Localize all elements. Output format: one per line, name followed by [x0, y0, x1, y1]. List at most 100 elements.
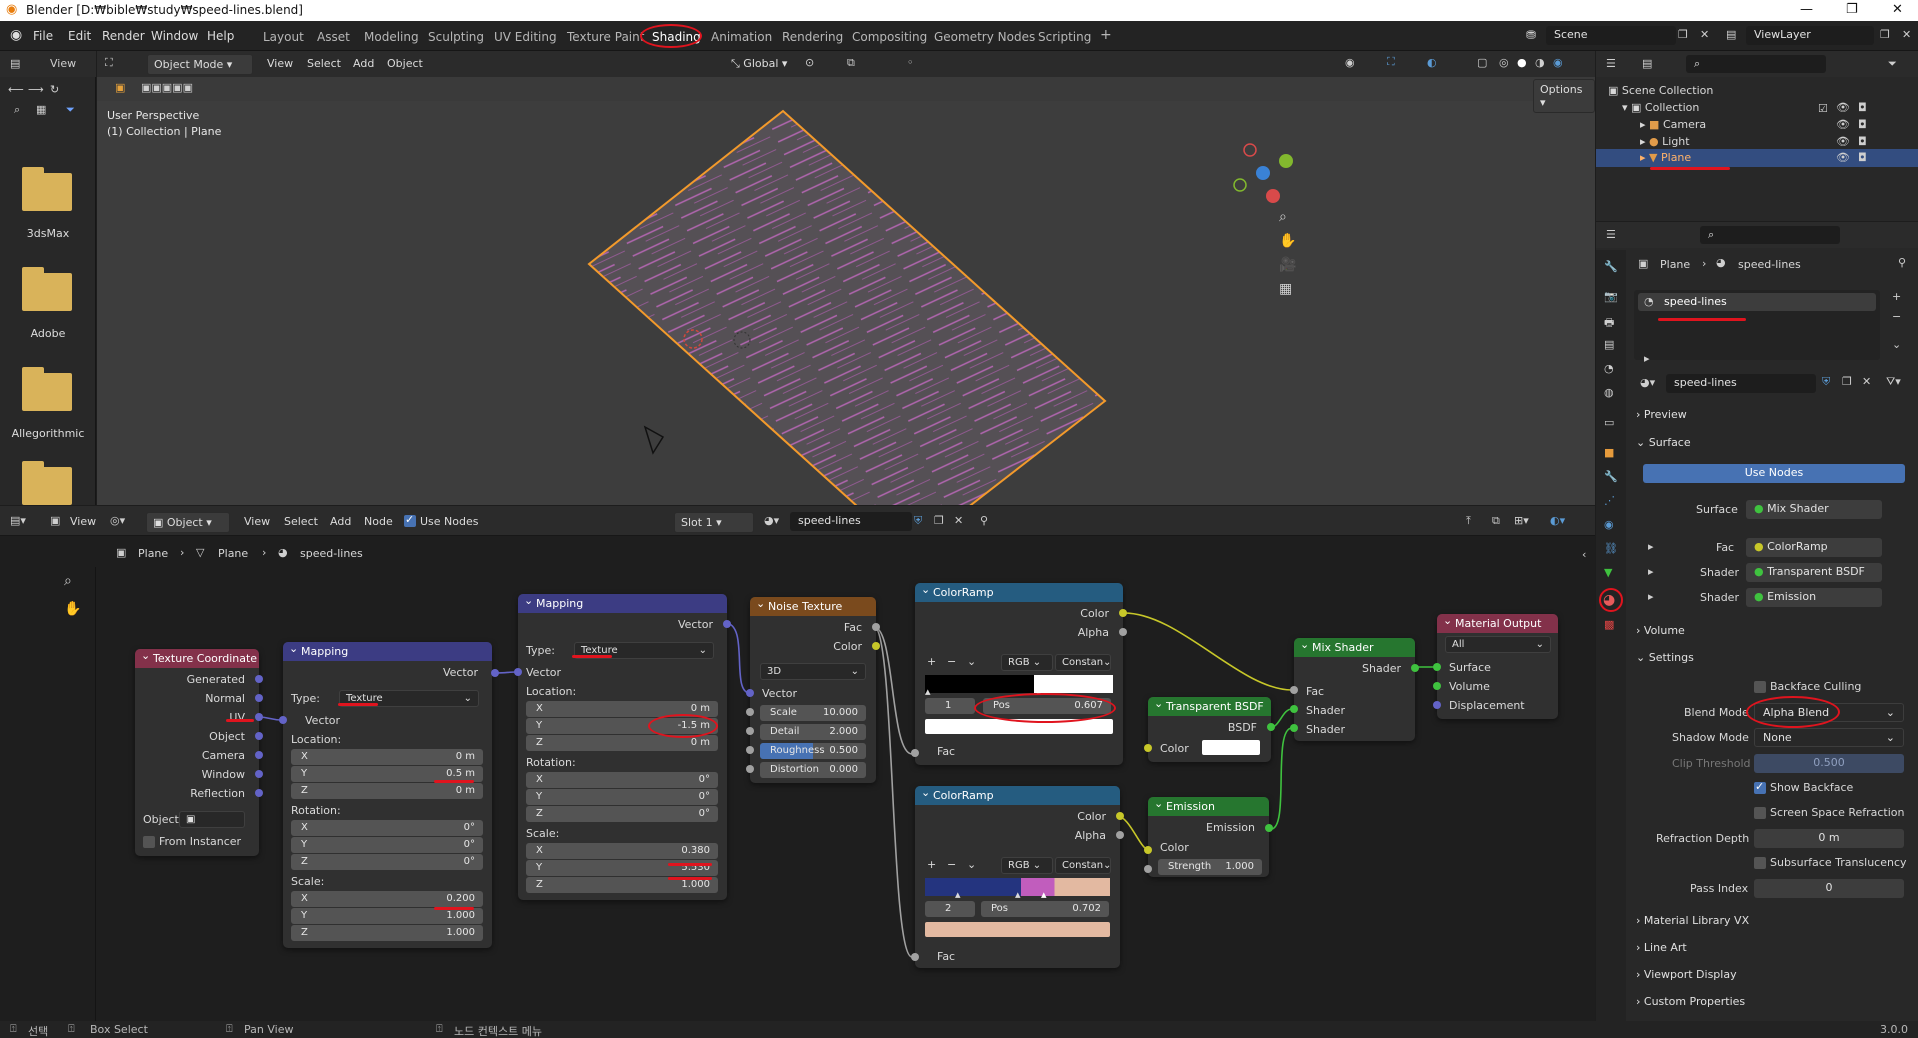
ramp-remove-stop-button[interactable]: − — [947, 655, 956, 668]
socket[interactable] — [1290, 724, 1298, 732]
tab-animation[interactable]: Animation — [711, 30, 772, 44]
plane-object[interactable] — [587, 109, 1107, 505]
tab-compositing[interactable]: Compositing — [852, 30, 927, 44]
node-menu-add[interactable]: Add — [330, 515, 351, 528]
close-icon[interactable]: ✕ — [1892, 2, 1903, 17]
gizmo-x-axis[interactable] — [1266, 189, 1280, 203]
show-backface-checkbox[interactable] — [1754, 780, 1766, 794]
viewport-menu-view[interactable]: View — [267, 57, 293, 70]
clip-threshold-field[interactable]: 0.500 — [1754, 754, 1904, 773]
modifier-tab-icon[interactable]: 🔧 — [1604, 470, 1618, 483]
socket[interactable] — [1116, 812, 1124, 820]
location-z[interactable]: Z0 m — [291, 783, 483, 799]
editor-type-icon[interactable]: ▤ — [10, 57, 20, 70]
duplicate-material-icon[interactable]: ❐ — [1842, 375, 1852, 388]
socket[interactable] — [1144, 865, 1152, 873]
section-material-library[interactable]: › Material Library VX — [1636, 914, 1912, 936]
node-mapping-1[interactable]: Mapping Vector Type: Texture⌄ Vector Loc… — [283, 642, 492, 948]
constraints-tab-icon[interactable]: ⛓ — [1604, 542, 1618, 555]
collection-tab-icon[interactable]: ▭ — [1604, 416, 1614, 429]
fake-user-icon[interactable]: ⛨ — [1822, 375, 1830, 389]
node-title[interactable]: Texture Coordinate — [135, 649, 259, 668]
menu-window[interactable]: Window — [151, 29, 198, 43]
data-tab-icon[interactable]: ▼ — [1604, 566, 1612, 579]
sidebar-view-menu[interactable]: View — [70, 515, 96, 528]
section-surface[interactable]: ⌄ Surface — [1636, 436, 1912, 458]
ramp-stop-icon[interactable]: ▴ — [1041, 888, 1047, 901]
ramp-remove-stop-button[interactable]: − — [947, 858, 956, 871]
unlink-material-icon[interactable]: ✕ — [954, 514, 963, 527]
file-browser-view-menu[interactable]: View — [50, 57, 76, 70]
node-object-selector[interactable]: ▣ Object ▾ — [146, 512, 230, 533]
gizmo-y-neg[interactable] — [1233, 178, 1247, 192]
node-title[interactable]: Transparent BSDF — [1148, 697, 1271, 716]
material-browse-icon[interactable]: ◕▾ — [764, 514, 779, 527]
expand-icon[interactable]: ▸ — [1648, 590, 1654, 603]
ramp-stop-icon[interactable]: ▴ — [955, 888, 961, 901]
delete-view-layer-icon[interactable]: ✕ — [1902, 28, 1911, 41]
rotation-z[interactable]: Z 0° — [526, 806, 718, 822]
tab-modeling[interactable]: Modeling — [364, 30, 419, 44]
tab-scripting[interactable]: Scripting — [1038, 30, 1091, 44]
tool-tab-icon[interactable]: 🔧 — [1604, 260, 1618, 273]
node-menu-view[interactable]: View — [244, 515, 270, 528]
minimize-icon[interactable]: — — [1800, 2, 1813, 17]
output-target-dropdown[interactable]: All ⌄ — [1445, 636, 1551, 653]
socket[interactable] — [911, 953, 919, 961]
socket[interactable] — [1144, 846, 1152, 854]
node-menu-select[interactable]: Select — [284, 515, 318, 528]
folder-name[interactable]: Adobe — [0, 327, 96, 340]
scale-y[interactable]: Y 1.000 — [291, 908, 483, 924]
node-title[interactable]: Material Output — [1437, 614, 1558, 633]
material-slot-row[interactable]: ◔ speed-lines — [1638, 293, 1876, 311]
proportional-edit-icon[interactable]: ◦ — [907, 56, 914, 69]
editor-type-icon[interactable]: ⛶ — [105, 56, 113, 70]
socket[interactable] — [255, 694, 263, 702]
outliner-camera[interactable]: ▸ ■ Camera — [1640, 118, 1706, 131]
ramp-color-mode[interactable]: RGB ⌄ — [1001, 654, 1053, 671]
visibility-icon[interactable]: ◉ — [1345, 56, 1355, 69]
tab-geometry-nodes[interactable]: Geometry Nodes — [934, 30, 1035, 44]
socket[interactable] — [255, 770, 263, 778]
scale-x[interactable]: X 0.200 — [291, 891, 483, 907]
ramp-interpolation[interactable]: Constan⌄ — [1055, 857, 1111, 874]
scale-z[interactable]: Z 1.000 — [291, 925, 483, 941]
node-noise-texture[interactable]: Noise Texture Fac Color 3D⌄ Vector Scale… — [750, 597, 876, 783]
fake-user-icon[interactable]: ⛨ — [914, 514, 922, 528]
socket[interactable] — [491, 669, 499, 677]
properties-editor-icon[interactable]: ☰ — [1606, 228, 1616, 241]
folder-icon[interactable] — [22, 461, 72, 505]
folder-icon[interactable] — [22, 267, 72, 311]
select-tool-icon[interactable]: ▣ — [115, 81, 125, 94]
pan-hand-icon[interactable]: ✋ — [64, 601, 81, 617]
node-view-icon[interactable]: ▣ — [50, 514, 60, 527]
world-tab-icon[interactable]: ◍ — [1604, 386, 1614, 399]
emission-strength-field[interactable]: Strength 1.000 — [1158, 859, 1262, 875]
socket[interactable] — [255, 675, 263, 683]
location-x[interactable]: X0 m — [291, 749, 483, 765]
folder-icon[interactable] — [22, 167, 72, 211]
socket[interactable] — [255, 732, 263, 740]
delete-scene-icon[interactable]: ✕ — [1700, 28, 1709, 41]
gizmo-icon[interactable]: ⛶ — [1387, 55, 1395, 69]
xray-icon[interactable]: ▢ — [1477, 56, 1487, 69]
ramp-gradient-bar[interactable] — [925, 675, 1113, 693]
blender-menu-icon[interactable]: ◉ — [10, 27, 22, 43]
ssr-checkbox[interactable] — [1754, 807, 1766, 819]
outliner-scene-collection[interactable]: ▣ Scene Collection — [1608, 84, 1713, 97]
node-mix-shader[interactable]: Mix Shader Shader Fac Shader Shader — [1294, 638, 1415, 741]
viewport-menu-object[interactable]: Object — [387, 57, 423, 70]
shadow-mode-dropdown[interactable]: None ⌄ — [1754, 728, 1904, 747]
snap-icon[interactable]: ⧉ — [847, 56, 855, 70]
slot-selector[interactable]: Slot 1 ▾ — [674, 512, 754, 533]
editor-type-icon[interactable]: ▤▾ — [10, 514, 26, 527]
shading-solid-icon[interactable]: ● — [1517, 56, 1527, 69]
snap-icon[interactable]: ⧉ — [1492, 514, 1500, 528]
3d-viewport[interactable]: ⛶ Object Mode ▾ View Select Add Object ⤡… — [97, 51, 1595, 505]
node-colorramp-2[interactable]: ColorRamp Color Alpha + − ⌄ RGB ⌄ Consta… — [915, 786, 1120, 968]
rotation-x[interactable]: X 0° — [291, 820, 483, 836]
back-arrow-icon[interactable]: ⟵ — [8, 83, 24, 96]
eye-icon[interactable]: 👁 — [1836, 118, 1850, 131]
scene-tab-icon[interactable]: ◔ — [1604, 362, 1614, 375]
mode-selector[interactable]: Object Mode ▾ — [147, 54, 253, 75]
